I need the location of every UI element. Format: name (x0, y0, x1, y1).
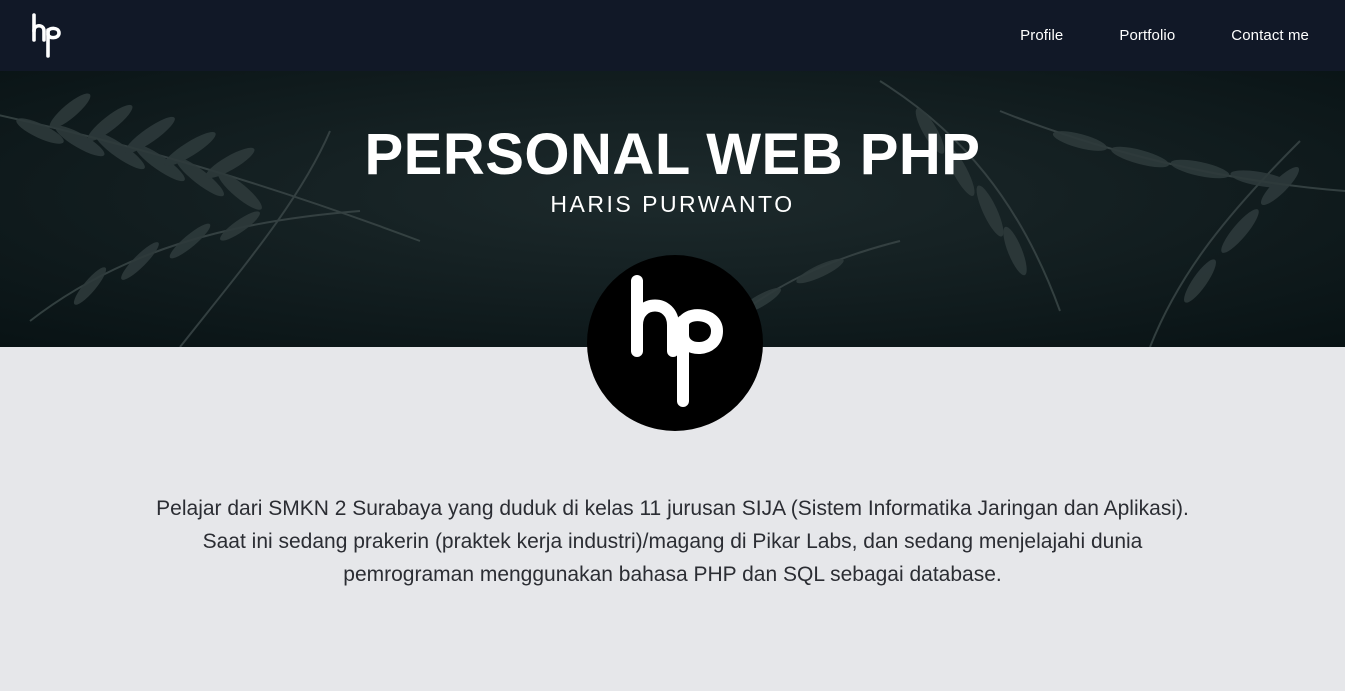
navbar: Profile Portfolio Contact me (0, 0, 1345, 71)
hp-logo-icon[interactable] (26, 11, 66, 61)
avatar (587, 255, 763, 431)
about-line: Pelajar dari SMKN 2 Surabaya yang duduk … (156, 497, 1189, 520)
about-line: Saat ini sedang prakerin (praktek kerja … (202, 530, 1143, 553)
nav-links: Profile Portfolio Contact me (964, 27, 1309, 44)
page-subtitle: HARIS PURWANTO (550, 191, 795, 217)
nav-link-contact-me[interactable]: Contact me (1231, 27, 1309, 44)
nav-link-portfolio[interactable]: Portfolio (1119, 27, 1175, 44)
about-text: Pelajar dari SMKN 2 Surabaya yang duduk … (100, 492, 1245, 591)
about-line: pemrograman menggunakan bahasa PHP dan S… (343, 563, 1002, 586)
page-title: PERSONAL WEB PHP (364, 122, 981, 187)
nav-link-profile[interactable]: Profile (1020, 27, 1063, 44)
hp-logo-icon (631, 275, 723, 407)
